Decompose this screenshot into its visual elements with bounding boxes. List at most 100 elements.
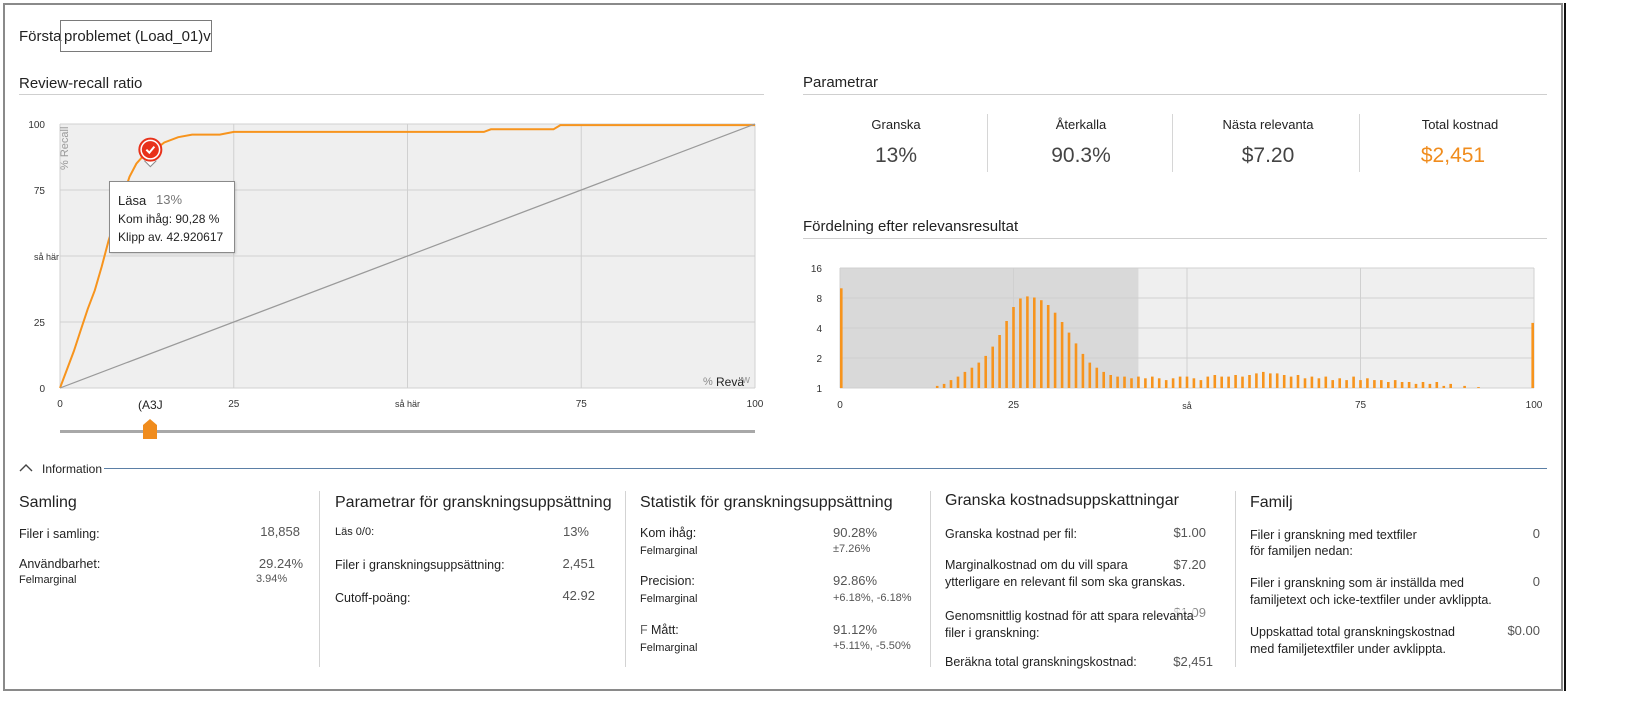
distribution-bar (991, 346, 994, 388)
cost-per-file-label: Granska kostnad per fil: (945, 527, 1078, 541)
distribution-bar (1366, 378, 1369, 388)
x-axis-label-prefix: % (703, 376, 713, 388)
distribution-bar (1040, 300, 1043, 388)
y-tick-label: så här (34, 252, 59, 262)
review-chart-title: Review-recall ratio (19, 75, 143, 92)
recall-margin-value: ±7.26% (833, 543, 871, 555)
samling-margin-label: Felmarginal (19, 574, 77, 586)
distribution-bar (970, 367, 974, 388)
param-value-next-relevant: $7.20 (1241, 144, 1295, 167)
distribution-bar (1192, 378, 1196, 388)
distribution-bar (1164, 380, 1168, 388)
section-divider (803, 94, 1547, 95)
tooltip-title: Läsa (118, 193, 147, 208)
distribution-bar (1102, 371, 1105, 388)
marginal-cost-label-2: ytterligare en relevant fil som ska gran… (945, 575, 1186, 589)
distribution-bar (1213, 375, 1217, 388)
x-axis-label-overlap: w (741, 374, 750, 386)
distribution-bar (1185, 376, 1189, 388)
family-row2-label-1: Filer i granskning som är inställda med (1250, 576, 1464, 590)
param-divider (987, 114, 988, 172)
issue-dropdown[interactable]: problemet (Load_01)v (60, 20, 212, 52)
cutoff-slider-track[interactable] (60, 430, 755, 433)
samling-usability-label: Användbarhet: (19, 557, 101, 571)
x-tick-label: så här (395, 399, 420, 409)
y-tick-label: 2 (816, 354, 822, 365)
param-divider (1172, 114, 1173, 172)
y-tick-label: 25 (34, 318, 46, 329)
section-divider (803, 238, 1547, 239)
distribution-bar (1310, 376, 1314, 388)
distribution-bar (1171, 378, 1175, 388)
distribution-bar (1435, 382, 1439, 388)
distribution-bar (1373, 380, 1376, 388)
distribution-bar (949, 380, 953, 388)
distribution-bar (1074, 343, 1078, 388)
distribution-bar (1352, 376, 1355, 388)
x-tick-label: 25 (1008, 400, 1020, 411)
relevance-distribution-chart[interactable]: 16 8 4 2 1 0 25 så 75 100 (780, 255, 1560, 415)
information-divider (104, 468, 1547, 469)
y-tick-label: 100 (28, 120, 45, 131)
family-row2-label-2: familjetext och icke-textfiler under avk… (1250, 593, 1492, 607)
y-tick-label: 4 (816, 324, 822, 335)
cutoff-marker[interactable] (138, 137, 163, 162)
distribution-bar (1393, 380, 1397, 388)
distribution-bar (1400, 382, 1404, 388)
tooltip-review: 13% (156, 192, 183, 207)
distribution-bar (840, 288, 843, 388)
distribution-bar (1046, 305, 1050, 388)
distribution-bar (1123, 376, 1126, 388)
tooltip-recall: Kom ihåg: 90,28 % (118, 212, 220, 226)
y-tick-label: 8 (816, 294, 822, 305)
y-tick-label: 16 (811, 264, 823, 275)
x-tick-label: 0 (837, 400, 843, 411)
distribution-bar (977, 362, 981, 388)
x-tick-label: så (1182, 401, 1192, 411)
family-row1-value: 0 (1532, 526, 1540, 541)
family-title: Familj (1250, 494, 1293, 511)
section-divider (19, 94, 764, 95)
param-label-total-cost: Total kostnad (1421, 117, 1499, 132)
family-row1-label-2: för familjen nedan: (1250, 544, 1353, 558)
info-column-divider (625, 491, 626, 667)
y-axis-label: % Recall (59, 127, 71, 170)
distribution-bar (1248, 375, 1251, 388)
distribution-bar (1303, 378, 1307, 388)
read-value: 13% (562, 524, 589, 539)
family-row2-value: 0 (1532, 574, 1540, 589)
distribution-bar (1463, 385, 1466, 388)
chevron-up-icon[interactable] (19, 463, 33, 473)
recall-label: Kom ihåg: (640, 526, 697, 540)
distribution-bar (1060, 322, 1064, 388)
distribution-bar (1275, 373, 1279, 388)
distribution-bar (1109, 375, 1112, 388)
f-measure-prefix: F (640, 623, 648, 637)
cutoff-tooltip: Läsa 13% Kom ihåg: 90,28 % Klipp av. 42.… (109, 181, 235, 253)
y-tick-label: 1 (816, 384, 822, 395)
x-tick-label: 100 (747, 399, 764, 410)
cost-estimates-title: Granska kostnadsuppskattningar (945, 492, 1179, 509)
family-row3-label-2: med familjetextfiler under avklippta. (1250, 642, 1446, 656)
cutoff-score-value: 42.92 (562, 588, 595, 603)
param-label-recall: Återkalla (1055, 117, 1107, 132)
distribution-bar (963, 371, 967, 388)
y-tick-label: 75 (34, 186, 46, 197)
x-tick-label: 0 (57, 399, 63, 410)
param-value-review: 13% (874, 144, 918, 167)
cutoff-slider-handle[interactable] (141, 418, 159, 440)
distribution-bar (984, 355, 987, 388)
average-cost-label-2: filer i granskning: (945, 626, 1040, 640)
precision-margin-value: +6.18%, -6.18% (833, 592, 912, 604)
family-row3-value: $0.00 (1507, 623, 1540, 638)
distribution-bar (1033, 297, 1036, 388)
issue-dropdown-value: problemet (Load_01)v (64, 28, 211, 45)
distribution-bar (1262, 371, 1265, 388)
distribution-bar (1421, 382, 1425, 388)
samling-margin-value: 3.94% (256, 573, 288, 585)
samling-files-label: Filer i samling: (19, 527, 100, 541)
distribution-bar (1345, 380, 1348, 388)
information-toggle[interactable]: Information (42, 462, 102, 476)
review-set-files-value: 2,451 (562, 556, 595, 571)
review-recall-chart[interactable]: 10075så här2500 25 så här 75 100 % Recall % … (0, 100, 770, 440)
